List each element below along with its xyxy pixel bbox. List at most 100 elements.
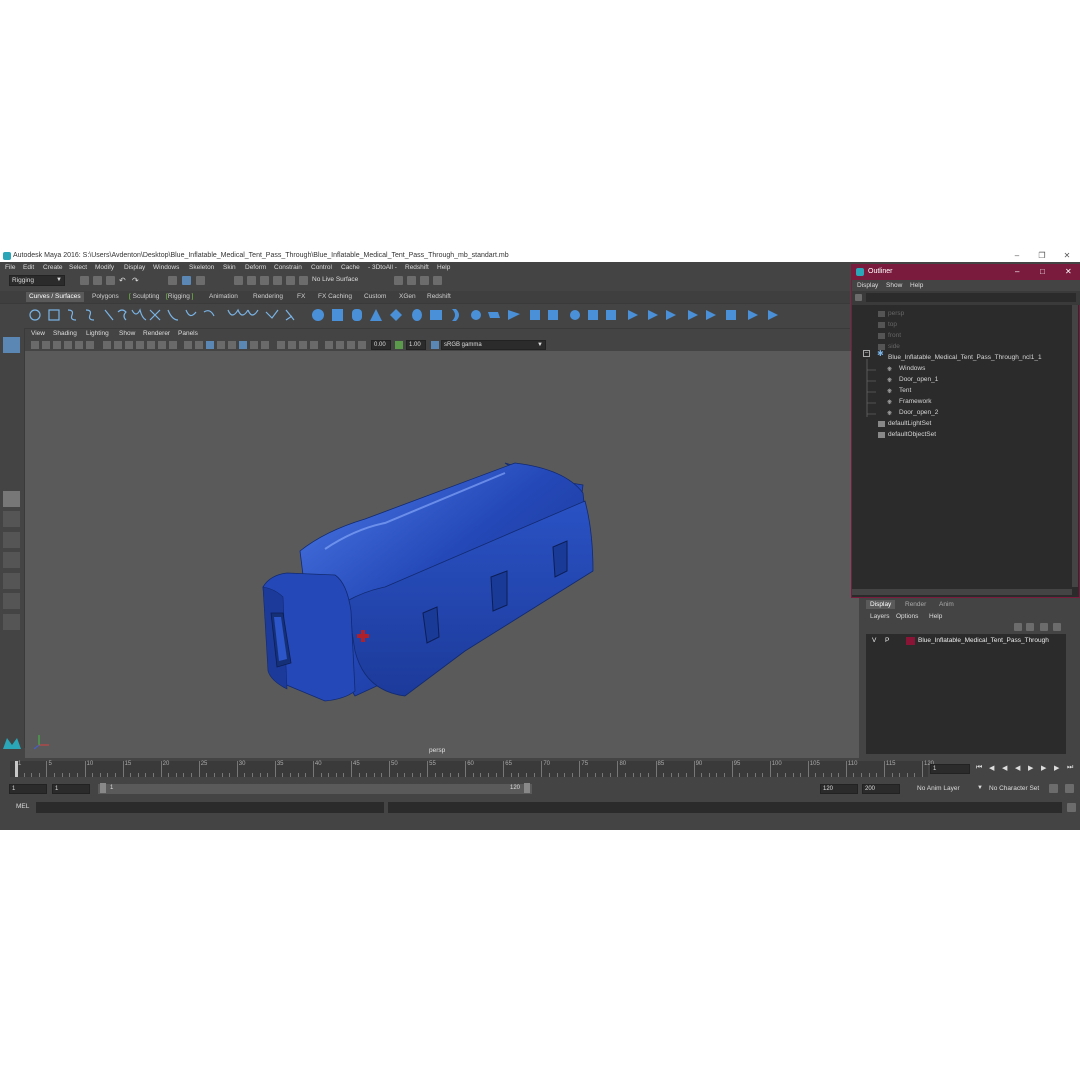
command-language-label[interactable]: MEL (16, 803, 29, 810)
grid-icon[interactable] (103, 341, 111, 349)
resolution-gate-icon[interactable] (125, 341, 133, 349)
play-backwards-icon[interactable]: ◀ (1015, 764, 1020, 772)
menu-select[interactable]: Select (69, 264, 87, 271)
render-frame-icon[interactable] (394, 276, 403, 285)
outliner-vertical-scrollbar[interactable] (1072, 305, 1078, 587)
outliner-horizontal-scrollbar[interactable] (852, 589, 1072, 595)
custom-layout-icon[interactable] (3, 614, 20, 630)
image-plane-icon[interactable] (64, 341, 72, 349)
exposure-field[interactable]: 0.00 (371, 340, 391, 350)
persp-outliner-icon[interactable] (3, 532, 20, 548)
range-bar[interactable]: 1 120 (98, 783, 532, 794)
outliner-item-top[interactable]: top (888, 321, 897, 328)
backface-icon[interactable] (347, 341, 355, 349)
outliner-item-default-light-set[interactable]: defaultLightSet (888, 420, 931, 427)
smooth-shade-icon[interactable] (195, 341, 203, 349)
wireframe-icon[interactable] (184, 341, 192, 349)
collapse-toggle-icon[interactable]: – (863, 350, 870, 357)
ambient-occlusion-icon[interactable] (250, 341, 258, 349)
close-button[interactable]: ✕ (1054, 250, 1080, 262)
layer-color-swatch[interactable] (906, 637, 915, 645)
menu-redshift[interactable]: Redshift (405, 264, 429, 271)
snap-curve-icon[interactable] (247, 276, 256, 285)
outliner-item-door-open-2[interactable]: Door_open_2 (899, 409, 938, 416)
outliner-minimize-button[interactable]: – (1015, 267, 1019, 276)
paint-select-icon[interactable] (3, 380, 20, 396)
wireframe-on-shaded-icon[interactable] (206, 341, 214, 349)
outliner-item-door-open-1[interactable]: Door_open_1 (899, 376, 938, 383)
persp-graph-icon[interactable] (3, 552, 20, 568)
panel-menu-shading[interactable]: Shading (53, 330, 77, 337)
tab-anim-layers[interactable]: Anim (935, 600, 958, 609)
outliner-maximize-button[interactable]: □ (1040, 267, 1045, 276)
bookmark-icon[interactable] (53, 341, 61, 349)
playback-end-field[interactable]: 120 (820, 784, 858, 794)
anim-layer-dropdown[interactable]: No Anim Layer ▼ (915, 784, 985, 794)
grease-pencil-icon[interactable] (86, 341, 94, 349)
perspective-viewport[interactable]: persp (25, 351, 859, 758)
menu-file[interactable]: File (5, 264, 15, 271)
color-management-icon[interactable] (431, 341, 439, 349)
current-time-indicator[interactable] (15, 761, 18, 777)
camera-select-icon[interactable] (31, 341, 39, 349)
panel-menu-lighting[interactable]: Lighting (86, 330, 109, 337)
exposure-icon[interactable] (358, 341, 366, 349)
layer-visibility-toggle[interactable]: V (872, 637, 876, 644)
layer-playback-toggle[interactable]: P (885, 637, 889, 644)
tab-xgen[interactable]: XGen (396, 292, 419, 302)
outliner-item-tent[interactable]: Tent (899, 387, 911, 394)
go-to-start-icon[interactable]: ⏮ (976, 764, 982, 772)
menu-constrain[interactable]: Constrain (274, 264, 302, 271)
outliner-item-default-object-set[interactable]: defaultObjectSet (888, 431, 936, 438)
single-perspective-icon[interactable] (3, 491, 20, 507)
outliner-menu-display[interactable]: Display (857, 282, 878, 289)
menu-modify[interactable]: Modify (95, 264, 114, 271)
new-layer-selected-icon[interactable] (1053, 623, 1061, 631)
select-hierarchy-icon[interactable] (168, 276, 177, 285)
menu-windows[interactable]: Windows (153, 264, 179, 271)
film-gate-icon[interactable] (114, 341, 122, 349)
menu-display[interactable]: Display (124, 264, 145, 271)
gamma-field[interactable]: 1.00 (406, 340, 426, 350)
safe-action-icon[interactable] (158, 341, 166, 349)
menu-3dtoall[interactable]: - 3DtoAll - (368, 264, 397, 271)
tab-polygons[interactable]: Polygons (89, 292, 122, 302)
tab-rendering[interactable]: Rendering (250, 292, 286, 302)
rotate-tool-icon[interactable] (3, 422, 20, 438)
make-live-icon[interactable] (299, 276, 308, 285)
menu-cache[interactable]: Cache (341, 264, 360, 271)
minimize-button[interactable]: – (1004, 250, 1030, 262)
render-settings-icon[interactable] (420, 276, 429, 285)
select-component-icon[interactable] (196, 276, 205, 285)
save-scene-icon[interactable] (106, 276, 115, 285)
tab-redshift[interactable]: Redshift (424, 292, 454, 302)
preferences-icon[interactable] (1065, 784, 1074, 793)
tab-fx[interactable]: FX (294, 292, 308, 302)
undo-icon[interactable]: ↶ (119, 276, 128, 285)
menu-deform[interactable]: Deform (245, 264, 266, 271)
outliner-menu-help[interactable]: Help (910, 282, 923, 289)
time-ruler[interactable]: 1 5 10 15 20 25 30 35 40 45 50 55 60 65 70 75 80 85 90 95 10… (10, 761, 934, 777)
menuset-dropdown[interactable]: Rigging ▼ (9, 275, 65, 286)
step-forward-frame-icon[interactable]: ▶ (1054, 764, 1059, 772)
ipr-render-icon[interactable] (407, 276, 416, 285)
outliner-menu-show[interactable]: Show (886, 282, 902, 289)
move-layer-down-icon[interactable] (1026, 623, 1034, 631)
script-editor-icon[interactable] (1067, 803, 1076, 812)
character-set-dropdown[interactable]: No Character Set (987, 784, 1045, 794)
menu-skeleton[interactable]: Skeleton (189, 264, 214, 271)
snap-live-icon[interactable] (286, 276, 295, 285)
tab-curves-surfaces[interactable]: Curves / Surfaces (26, 292, 84, 302)
step-back-key-icon[interactable]: ◀ (1002, 764, 1007, 772)
open-scene-icon[interactable] (93, 276, 102, 285)
colorspace-dropdown[interactable]: sRGB gamma ▼ (441, 340, 546, 350)
outliner-item-windows[interactable]: Windows (899, 365, 925, 372)
depth-of-field-icon[interactable] (288, 341, 296, 349)
current-frame-field[interactable]: 1 (930, 764, 970, 774)
go-to-end-icon[interactable]: ⏭ (1067, 764, 1073, 772)
filter-icon[interactable] (855, 294, 862, 301)
four-view-icon[interactable] (3, 511, 20, 527)
tab-render-layers[interactable]: Render (901, 600, 930, 609)
playback-start-field[interactable]: 1 (52, 784, 90, 794)
range-end-handle[interactable] (524, 783, 530, 793)
